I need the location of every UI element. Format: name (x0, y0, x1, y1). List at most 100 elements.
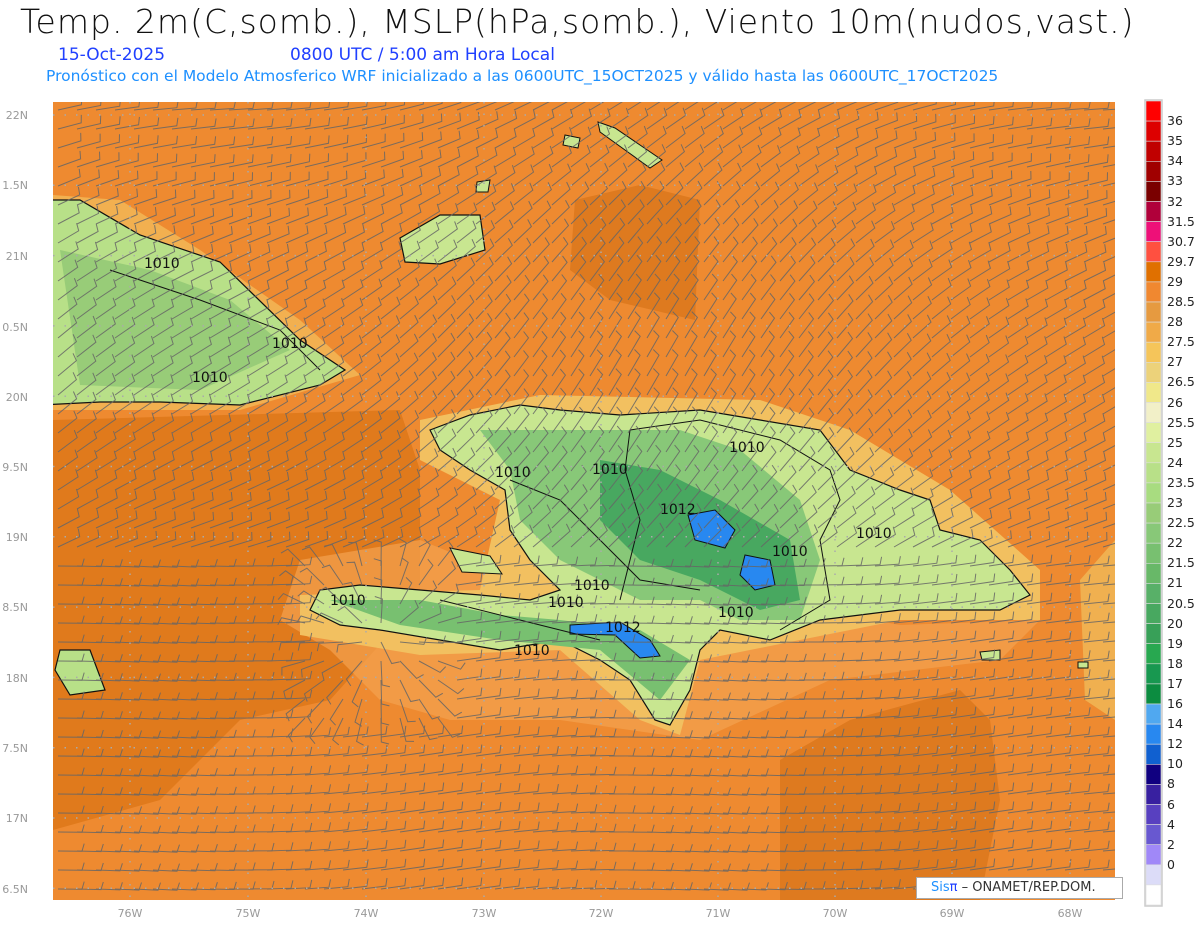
colorbar-label: 18 (1167, 655, 1183, 671)
colorbar-label: 0 (1167, 856, 1175, 872)
colorbar-swatch (1145, 422, 1162, 444)
colorbar-label: 23.5 (1167, 474, 1195, 490)
colorbar-swatch (1145, 100, 1162, 122)
colorbar-swatch (1145, 382, 1162, 403)
isobar-label: 1012 (660, 502, 696, 518)
isobar-label: 1010 (856, 526, 892, 542)
colorbar-swatch (1145, 201, 1162, 222)
lat-label: 17N (6, 812, 28, 825)
isobar-label: 1010 (729, 440, 765, 456)
colorbar-swatch (1145, 663, 1162, 685)
colorbar-label: 29 (1167, 273, 1183, 289)
lat-label: 9.5N (2, 461, 28, 474)
colorbar-swatch (1145, 522, 1162, 544)
colorbar-swatch (1145, 402, 1162, 423)
colorbar-label: 21.5 (1167, 555, 1195, 571)
isobar-label: 1012 (605, 620, 641, 636)
colorbar-label: 20.5 (1167, 595, 1195, 611)
colorbar-swatch (1145, 241, 1162, 263)
colorbar-swatch (1145, 442, 1162, 464)
isobar-label: 1010 (495, 465, 531, 481)
lon-label: 75W (236, 907, 261, 920)
colorbar-label: 8 (1167, 776, 1175, 792)
colorbar-label: 35 (1167, 133, 1183, 149)
isobar-label: 1010 (574, 578, 610, 594)
colorbar-swatch (1145, 261, 1162, 283)
colorbar-label: 6 (1167, 796, 1175, 812)
colorbar-label: 28 (1167, 314, 1183, 330)
colorbar-swatch (1145, 542, 1162, 564)
isobar-label: 1010 (272, 336, 308, 352)
colorbar-swatch (1145, 683, 1162, 705)
lat-label: 1.5N (2, 179, 28, 192)
colorbar-label: 31.5 (1167, 213, 1195, 229)
colorbar-label: 26 (1167, 394, 1183, 410)
colorbar-label: 34 (1167, 153, 1183, 169)
isobar-label: 1010 (548, 595, 584, 611)
colorbar-label: 33 (1167, 173, 1183, 189)
credit-text: – ONAMET/REP.DOM. (957, 880, 1096, 895)
colorbar-label: 30.7 (1167, 233, 1195, 249)
colorbar-label: 25.5 (1167, 414, 1195, 430)
colorbar-label: 25 (1167, 434, 1183, 450)
credit-box: Sisπ – ONAMET/REP.DOM. (916, 877, 1123, 899)
colorbar-swatch (1145, 301, 1162, 323)
isobar-label: 1010 (330, 593, 366, 609)
isobar-label: 1010 (514, 643, 550, 659)
lat-label: 7.5N (2, 742, 28, 755)
colorbar-swatch (1145, 703, 1162, 725)
colorbar-label: 27 (1167, 354, 1183, 370)
colorbar-swatch (1145, 140, 1162, 162)
lon-label: 70W (823, 907, 848, 920)
colorbar-swatch (1145, 763, 1162, 785)
colorbar-swatch (1145, 864, 1162, 886)
colorbar-label: 22 (1167, 535, 1183, 551)
lat-label: 0.5N (2, 321, 28, 334)
colorbar-label: 16 (1167, 696, 1183, 711)
lon-label: 69W (940, 907, 965, 920)
colorbar-label: 29.7 (1167, 253, 1195, 269)
colorbar-label: 36 (1167, 113, 1183, 129)
colorbar-label: 23 (1167, 495, 1183, 510)
colorbar-swatch (1145, 583, 1162, 604)
lat-label: 22N (6, 109, 28, 122)
isobar-label: 1010 (592, 462, 628, 478)
colorbar-swatch (1145, 120, 1162, 142)
colorbar-swatch (1145, 562, 1162, 584)
latitude-axis: 22N 1.5N 21N 0.5N 20N 9.5N 19N 8.5N 18N … (2, 109, 28, 896)
colorbar-swatch (1145, 321, 1162, 343)
colorbar-label: 20 (1167, 615, 1183, 631)
isobar-label: 1010 (192, 370, 228, 386)
colorbar-swatch (1145, 804, 1162, 825)
lat-label: 19N (6, 531, 28, 544)
colorbar-label: 10 (1167, 756, 1183, 772)
colorbar-swatch (1145, 482, 1162, 504)
weather-map: 1010 1010 1010 1010 1010 1010 1010 1012 … (2, 99, 1163, 920)
colorbar-label: 21 (1167, 575, 1183, 591)
temperature-colorbar (1144, 99, 1163, 907)
colorbar-label: 24 (1167, 454, 1183, 470)
lon-label: 71W (706, 907, 731, 920)
lon-label: 68W (1058, 907, 1083, 920)
colorbar-swatch (1145, 502, 1162, 524)
colorbar-swatch (1145, 181, 1162, 202)
colorbar-swatch (1145, 844, 1162, 866)
isobar-label: 1010 (718, 605, 754, 621)
colorbar-swatch (1145, 623, 1162, 644)
colorbar-swatch (1145, 221, 1162, 243)
colorbar-swatch (1145, 884, 1162, 906)
colorbar-label: 28.5 (1167, 294, 1195, 309)
colorbar-label: 2 (1167, 836, 1175, 852)
longitude-axis: 76W 75W 74W 73W 72W 71W 70W 69W 68W (118, 907, 1083, 920)
colorbar-swatch (1145, 743, 1162, 765)
colorbar-swatch (1145, 784, 1162, 805)
lon-label: 73W (472, 907, 497, 920)
colorbar-label: 17 (1167, 675, 1183, 691)
lon-label: 72W (589, 907, 614, 920)
lat-label: 21N (6, 250, 28, 263)
colorbar-swatch (1145, 161, 1162, 182)
colorbar-label: 14 (1167, 716, 1183, 732)
colorbar-swatch (1145, 824, 1162, 845)
colorbar-swatch (1145, 723, 1162, 745)
credit-sis: Sis (931, 880, 950, 895)
